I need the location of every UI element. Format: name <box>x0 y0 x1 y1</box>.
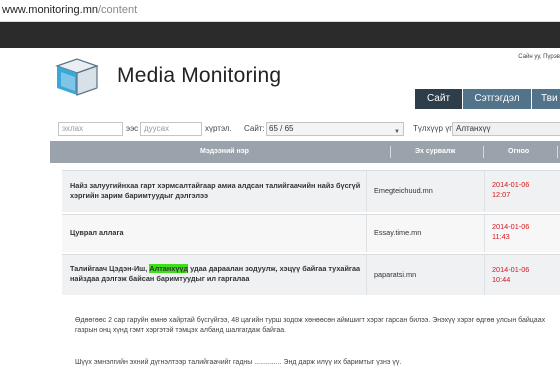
row-divider <box>484 255 485 295</box>
article-date-time: 11:43 <box>492 232 510 241</box>
table-row[interactable]: Талийгаач Цэдэн-Иш, Алтанхүүд удаа дараа… <box>62 254 560 295</box>
table-row[interactable]: Цуврал аллага Essay.time.mn 2014-01-06 11… <box>62 214 560 252</box>
article-source: Emegteichuud.mn <box>374 186 433 195</box>
row-divider <box>484 215 485 252</box>
user-greeting[interactable]: Сайн уу, Пүрэв <box>518 54 560 60</box>
article-date: 2014-01-06 11:43 <box>492 222 529 242</box>
keyword-highlight: Алтанхүүд <box>149 264 189 273</box>
tab-comments[interactable]: Сэтгэгдэл <box>463 89 531 109</box>
article-title-link[interactable]: Найз залуугийнхаа гарт хэрмсалтайгаар ам… <box>70 181 370 201</box>
article-date-day: 2014-01-06 <box>492 265 530 274</box>
column-header-title[interactable]: Мэдээний нэр <box>200 141 249 163</box>
chevron-down-icon: ▼ <box>394 129 400 135</box>
row-divider <box>366 171 367 212</box>
article-title-link[interactable]: Цуврал аллага <box>70 228 370 238</box>
table-row[interactable]: Найз залуугийнхаа гарт хэрмсалтайгаар ам… <box>62 170 560 212</box>
article-source: paparatsi.mn <box>374 270 417 279</box>
tab-site[interactable]: Сайт <box>415 89 462 109</box>
article-date-day: 2014-01-06 <box>492 180 530 189</box>
column-divider <box>483 146 484 158</box>
date-to-suffix: хүртэл. <box>205 124 232 133</box>
keyword-input[interactable]: Алтанхүү <box>452 122 560 136</box>
keyword-label: Түлхүүр үг: <box>413 124 455 133</box>
date-from-input[interactable]: эхлах <box>58 122 123 136</box>
site-label: Сайт: <box>244 124 265 133</box>
article-date-time: 10:44 <box>492 275 511 284</box>
article-title-link[interactable]: Талийгаач Цэдэн-Иш, Алтанхүүд удаа дараа… <box>70 264 370 284</box>
article-date: 2014-01-06 10:44 <box>492 265 529 285</box>
article-date: 2014-01-06 12:07 <box>492 180 529 200</box>
date-from-suffix: ээс <box>126 124 139 133</box>
top-dark-bar <box>0 22 560 48</box>
date-to-input[interactable]: дуусах <box>140 122 202 136</box>
url-path: /content <box>97 4 138 16</box>
column-divider <box>390 146 391 158</box>
browser-address-bar[interactable]: www.monitoring.mn/content <box>0 0 560 22</box>
url-text[interactable]: www.monitoring.mn/content <box>2 4 137 16</box>
article-source: Essay.time.mn <box>374 228 422 237</box>
url-host: www.monitoring.mn <box>2 4 98 16</box>
column-header-source[interactable]: Эх сурвалж <box>415 141 455 163</box>
site-select[interactable]: 65 / 65 ▼ <box>266 122 404 136</box>
media-monitoring-logo[interactable] <box>55 58 99 96</box>
row-divider <box>484 171 485 212</box>
row-divider <box>366 255 367 295</box>
article-excerpt-continued[interactable]: Шүүх эмнэлгийн эхний дүгнэлтээр талийгаа… <box>75 358 560 368</box>
tab-twitter[interactable]: Тви <box>532 89 560 109</box>
brand-title: Media Monitoring <box>117 64 282 87</box>
article-date-time: 12:07 <box>492 190 511 199</box>
article-date-day: 2014-01-06 <box>492 222 530 231</box>
row-divider <box>366 215 367 252</box>
site-select-value: 65 / 65 <box>269 124 294 133</box>
article-title-start: Талийгаач Цэдэн-Иш, <box>70 264 150 273</box>
column-header-date[interactable]: Огноо <box>508 141 529 163</box>
column-divider <box>557 146 558 158</box>
article-excerpt: Өдөөгөөс 2 сар гаруйн өмнө хайртай бүсгү… <box>75 317 546 334</box>
table-header: Мэдээний нэр Эх сурвалж Огноо <box>50 141 560 163</box>
